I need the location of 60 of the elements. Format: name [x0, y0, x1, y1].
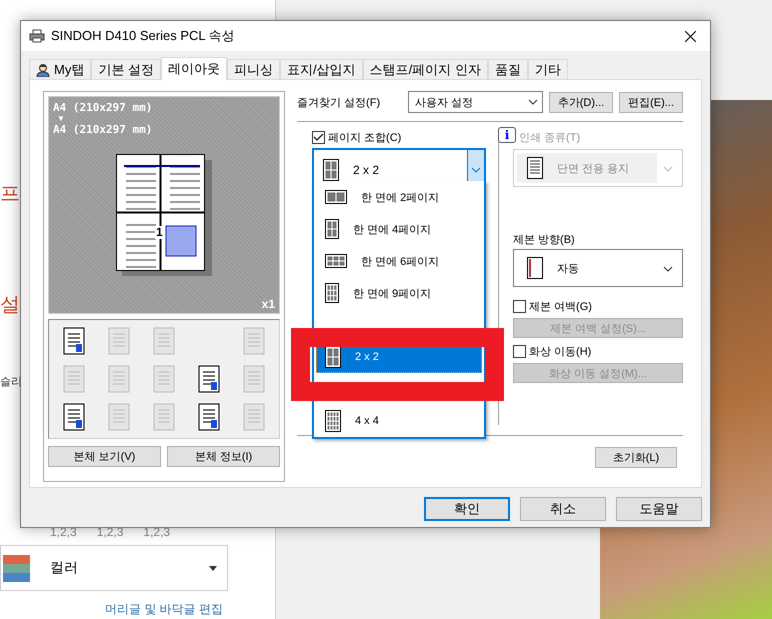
checkmark-icon [313, 133, 324, 142]
view-button[interactable]: 본체 보기(V) [48, 446, 161, 467]
dialog-button[interactable]: 취소 [520, 497, 606, 521]
binding-label: 제본 방향(B) [513, 233, 576, 247]
page-edge-icon [527, 257, 543, 279]
collate-label: 1,2,3 [96, 525, 124, 539]
page-grid-icon [325, 190, 347, 204]
chevron-down-icon [663, 166, 673, 172]
favorites-button[interactable]: 추가(D)... [549, 92, 613, 112]
paper-size-text: A4 (210x297 mm) [53, 123, 152, 136]
dialog-button[interactable]: 도움말 [616, 497, 702, 521]
collate-label: 1,2,3 [50, 525, 77, 539]
reset-button[interactable]: 초기화(L) [595, 447, 677, 468]
binding-select[interactable]: 자동 [513, 249, 683, 287]
header-footer-link[interactable]: 머리글 및 바닥글 편집 [105, 601, 224, 618]
favorites-label: 즐겨찾기 설정(F) [297, 96, 380, 110]
tab[interactable]: My탭 [29, 59, 92, 79]
document-icon [527, 157, 543, 179]
favorites-button[interactable]: 편집(E)... [619, 92, 683, 112]
checkbox-label: 화상 이동(H) [529, 345, 592, 359]
checkbox-label: 제본 여백(G) [529, 300, 592, 314]
checkbox-label: 페이지 조합(C) [328, 131, 402, 145]
checkbox[interactable]: 화상 이동(H) [513, 344, 683, 359]
tab[interactable]: 피니싱 [226, 59, 280, 79]
tab[interactable]: 레이아웃 [160, 57, 227, 80]
tab[interactable]: 품질 [488, 59, 528, 79]
color-swatch-icon [3, 554, 30, 582]
close-icon [684, 30, 696, 42]
side-label: 설 [0, 293, 20, 318]
window-title: SINDOH D410 Series PCL 속성 [51, 27, 236, 45]
printer-icon [29, 29, 45, 43]
page-grid-icon [325, 346, 341, 368]
tab[interactable]: 표지/삽입지 [280, 59, 363, 79]
tab[interactable]: 기본 설정 [91, 59, 161, 79]
print-type-label: 인쇄 종류(T) [518, 132, 580, 144]
page-grid-icon [325, 410, 341, 432]
chevron-down-icon [471, 166, 481, 172]
checkbox[interactable]: 제본 여백(G) [513, 299, 683, 314]
tab[interactable]: 기타 [528, 59, 568, 79]
chevron-down-icon [663, 266, 673, 272]
down-arrow-text: ▼ [56, 114, 65, 123]
color-mode-text: 컬러 [50, 559, 79, 577]
page-grid-icon [325, 283, 339, 303]
paper-size-text: A4 (210x297 mm) [53, 101, 152, 114]
favorites-select[interactable]: 사용자 설정 [408, 91, 543, 113]
person-icon [36, 62, 50, 76]
side-label: 프 [0, 182, 20, 207]
copies-text: x1 [262, 297, 275, 311]
page-grid-icon [325, 219, 339, 239]
checkbox[interactable]: 페이지 조합(C) [312, 130, 498, 145]
dialog-button[interactable]: 확인 [424, 497, 510, 521]
page-grid-icon [323, 158, 339, 180]
view-button[interactable]: 본체 정보(I) [167, 446, 280, 467]
page-number: 1 [155, 226, 164, 239]
collate-label: 1,2,3 [143, 525, 170, 539]
tab[interactable]: 스탬프/페이지 인자 [362, 59, 488, 79]
color-dropdown[interactable]: 컬러 [0, 545, 228, 591]
chevron-down-icon [528, 99, 538, 105]
dropdown-arrow-icon [209, 566, 217, 570]
page-grid-icon [325, 254, 347, 268]
